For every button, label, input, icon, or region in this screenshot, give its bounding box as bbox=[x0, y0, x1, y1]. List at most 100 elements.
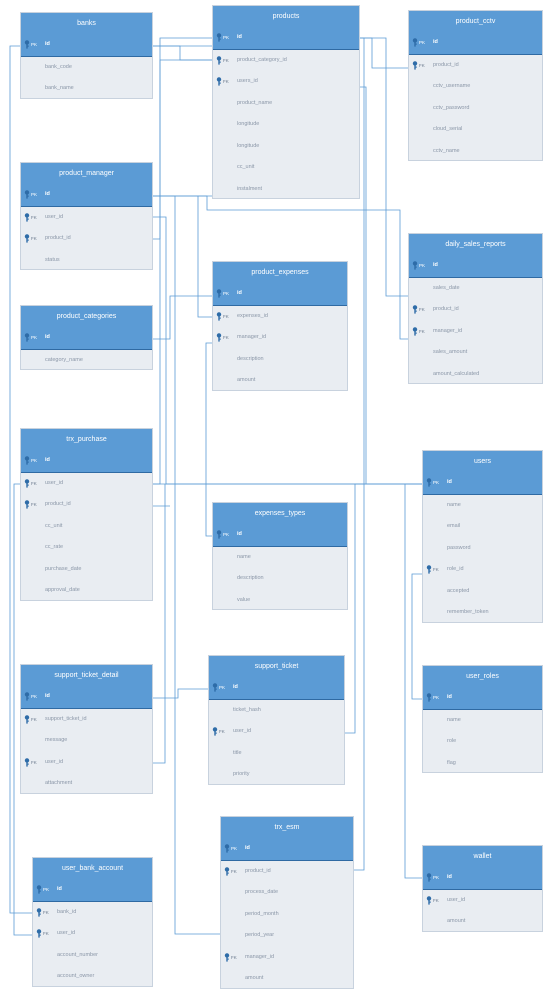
field-name: purchase_date bbox=[45, 565, 82, 572]
entity-banks: banks PK id bank_code bank_name bbox=[20, 12, 153, 99]
field-name: password bbox=[447, 544, 471, 551]
key-type-label: FK bbox=[31, 480, 37, 486]
field-name: id bbox=[45, 457, 50, 463]
field-name: cc_unit bbox=[237, 164, 255, 170]
field-name: user_id bbox=[447, 896, 466, 903]
entity-title: banks bbox=[21, 13, 152, 34]
key-type-label: FK bbox=[223, 313, 229, 319]
key-icon: FK bbox=[216, 50, 229, 72]
field-row: FK expenses_id bbox=[213, 306, 347, 328]
field-row: amount bbox=[423, 911, 542, 933]
key-icon: PK bbox=[412, 255, 425, 277]
field-row: instalment bbox=[213, 179, 359, 201]
entity-support-ticket-detail: support_ticket_detail PK id FK support_ticke… bbox=[20, 664, 153, 794]
key-icon: PK bbox=[426, 867, 439, 889]
relationship-line bbox=[404, 483, 422, 879]
key-type-label: FK bbox=[223, 335, 229, 340]
key-icon: PK bbox=[216, 283, 229, 305]
key-icon: FK bbox=[212, 721, 225, 743]
field-row: FK manager_id bbox=[221, 947, 353, 969]
field-name: account_number bbox=[57, 951, 98, 958]
key-icon: FK bbox=[24, 228, 37, 250]
relationship-line bbox=[345, 483, 422, 734]
field-row: process_date bbox=[221, 882, 353, 904]
key-icon: PK bbox=[24, 327, 37, 349]
field-name: id bbox=[447, 694, 452, 700]
entity-title: trx_esm bbox=[221, 817, 353, 838]
field-row: PK id bbox=[21, 34, 152, 57]
field-row: FK user_id bbox=[423, 890, 542, 912]
entity-title: support_ticket bbox=[209, 656, 344, 677]
field-name: message bbox=[45, 737, 68, 743]
field-name: id bbox=[233, 684, 238, 690]
field-name: description bbox=[237, 575, 264, 581]
field-name: id bbox=[447, 479, 452, 485]
field-name: id bbox=[45, 41, 50, 47]
key-icon: PK bbox=[224, 838, 237, 860]
field-name: user_id bbox=[57, 930, 76, 936]
field-row: title bbox=[209, 743, 344, 765]
entity-title: support_ticket_detail bbox=[21, 665, 152, 686]
key-icon: PK bbox=[36, 879, 49, 901]
key-icon: FK bbox=[24, 473, 37, 495]
field-name: account_owner bbox=[57, 973, 95, 979]
entity-title: product_categories bbox=[21, 306, 152, 327]
field-row: name bbox=[213, 547, 347, 569]
key-icon: PK bbox=[24, 450, 37, 472]
key-type-label: FK bbox=[43, 931, 49, 936]
key-icon: FK bbox=[224, 861, 237, 883]
key-type-label: FK bbox=[31, 759, 37, 765]
relationship-line bbox=[153, 59, 212, 485]
key-icon: FK bbox=[24, 494, 37, 516]
field-name: id bbox=[57, 886, 62, 892]
key-icon: PK bbox=[216, 524, 229, 546]
field-name: id bbox=[433, 39, 438, 45]
field-name: bank_name bbox=[45, 85, 74, 91]
field-name: sales_amount bbox=[433, 349, 468, 355]
key-type-label: PK bbox=[223, 291, 230, 296]
key-icon: FK bbox=[412, 299, 425, 321]
field-row: description bbox=[213, 349, 347, 371]
field-name: manager_id bbox=[237, 334, 267, 340]
key-icon: FK bbox=[24, 207, 37, 229]
field-row: FK product_id bbox=[409, 55, 542, 77]
field-name: product_id bbox=[245, 867, 271, 874]
field-name: cctv_password bbox=[433, 104, 470, 111]
field-name: product_id bbox=[45, 501, 71, 507]
field-name: category_name bbox=[45, 356, 83, 363]
field-name: amount bbox=[245, 975, 264, 981]
entity-title: products bbox=[213, 6, 359, 27]
field-row: FK product_id bbox=[409, 299, 542, 321]
key-type-label: FK bbox=[433, 567, 439, 572]
field-row: cctv_password bbox=[409, 98, 542, 120]
field-row: ticket_hash bbox=[209, 700, 344, 722]
entity-user-bank-account: user_bank_account PK id FK bank_id FK user_id a… bbox=[32, 857, 153, 987]
key-type-label: FK bbox=[231, 954, 237, 960]
entity-title: daily_sales_reports bbox=[409, 234, 542, 255]
relationship-line bbox=[360, 37, 408, 297]
field-name: manager_id bbox=[245, 953, 275, 960]
field-row: amount_calculated bbox=[409, 364, 542, 386]
field-row: FK product_id bbox=[221, 861, 353, 883]
relationship-line bbox=[411, 573, 422, 700]
field-name: cctv_username bbox=[433, 83, 471, 89]
field-row: FK user_id bbox=[21, 207, 152, 229]
key-icon: FK bbox=[24, 752, 37, 774]
key-icon: PK bbox=[216, 27, 229, 49]
field-row: value bbox=[213, 590, 347, 612]
field-name: remember_token bbox=[447, 609, 489, 615]
field-name: name bbox=[447, 501, 461, 508]
key-type-label: FK bbox=[219, 729, 225, 734]
field-row: account_owner bbox=[33, 966, 152, 988]
field-name: flag bbox=[447, 759, 456, 766]
field-row: cloud_serial bbox=[409, 119, 542, 141]
entity-title: user_roles bbox=[423, 666, 542, 687]
field-row: name bbox=[423, 495, 542, 517]
entity-title: users bbox=[423, 451, 542, 472]
field-row: account_number bbox=[33, 945, 152, 967]
entity-title: expenses_types bbox=[213, 503, 347, 524]
field-name: period_year bbox=[245, 932, 275, 938]
field-row: sales_date bbox=[409, 278, 542, 300]
key-icon: FK bbox=[216, 327, 229, 349]
field-row: FK product_id bbox=[21, 494, 152, 516]
